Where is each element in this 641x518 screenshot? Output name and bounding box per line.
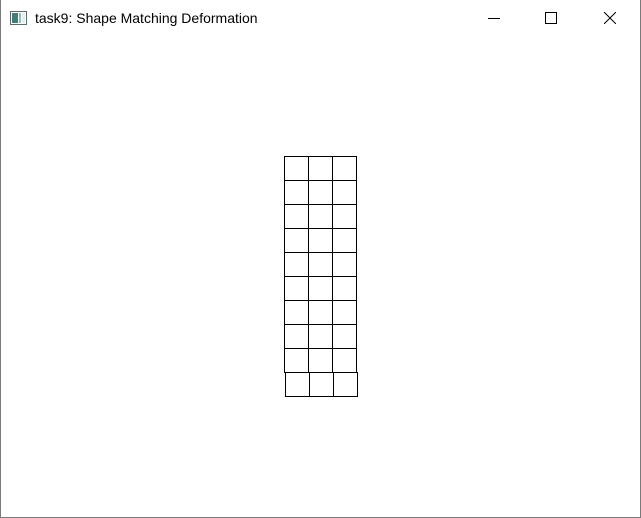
mesh-cell [284, 156, 309, 181]
mesh-cell [308, 324, 333, 349]
mesh-cell [332, 348, 357, 373]
minimize-icon [488, 18, 500, 19]
deformable-mesh [284, 156, 358, 397]
mesh-cell [308, 252, 333, 277]
mesh-cell [332, 276, 357, 301]
mesh-cell [333, 372, 358, 397]
app-icon [10, 11, 27, 25]
close-button[interactable] [587, 0, 633, 36]
window-title: task9: Shape Matching Deformation [35, 10, 258, 26]
mesh-cell [308, 300, 333, 325]
mesh-cell [332, 324, 357, 349]
mesh-cell [284, 204, 309, 229]
mesh-cell [309, 372, 334, 397]
minimize-button[interactable] [471, 0, 517, 36]
mesh-cell [332, 204, 357, 229]
close-icon [604, 12, 616, 24]
mesh-cell [308, 156, 333, 181]
mesh-cell [332, 252, 357, 277]
mesh-cell [284, 324, 309, 349]
mesh-cell [332, 228, 357, 253]
mesh-cell [284, 348, 309, 373]
mesh-cell [284, 300, 309, 325]
mesh-cell [332, 300, 357, 325]
mesh-cell [285, 372, 310, 397]
mesh-cell [308, 180, 333, 205]
title-bar[interactable]: task9: Shape Matching Deformation [1, 0, 640, 36]
app-window: task9: Shape Matching Deformation [0, 0, 641, 518]
maximize-button[interactable] [528, 0, 574, 36]
mesh-cell [308, 276, 333, 301]
mesh-cell [284, 252, 309, 277]
mesh-cell [308, 204, 333, 229]
mesh-cell [332, 156, 357, 181]
mesh-cell [308, 348, 333, 373]
mesh-cell [284, 276, 309, 301]
mesh-cell [284, 228, 309, 253]
maximize-icon [545, 12, 557, 24]
render-viewport[interactable] [1, 36, 640, 517]
mesh-cell [308, 228, 333, 253]
mesh-cell [284, 180, 309, 205]
mesh-cell [332, 180, 357, 205]
